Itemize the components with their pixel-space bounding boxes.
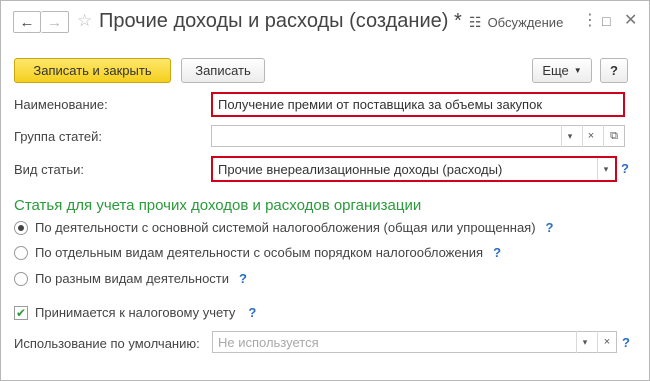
- help-icon[interactable]: ?: [493, 245, 501, 260]
- name-value: Получение премии от поставщика за объемы…: [218, 97, 543, 112]
- radio-label: По отдельным видам деятельности с особым…: [35, 245, 484, 260]
- discussion-button[interactable]: ☷ Обсуждение: [469, 14, 563, 31]
- radio-selected-dot: [18, 224, 24, 231]
- close-icon[interactable]: ✕: [624, 13, 637, 29]
- name-label: Наименование:: [14, 97, 108, 112]
- group-open-button[interactable]: ⧉: [603, 125, 624, 147]
- more-label: Еще: [542, 63, 569, 78]
- default-usage-dropdown-button[interactable]: ▾: [576, 331, 593, 353]
- group-clear-button[interactable]: ×: [582, 125, 599, 147]
- tax-accounting-checkbox-row[interactable]: ✔ Принимается к налоговому учету ?: [14, 305, 256, 320]
- help-label: ?: [610, 63, 618, 78]
- radio-special-taxation[interactable]: По отдельным видам деятельности с особым…: [14, 245, 501, 260]
- chevron-down-icon: ▾: [603, 163, 609, 174]
- default-usage-clear-button[interactable]: ×: [597, 331, 616, 353]
- name-field[interactable]: Получение премии от поставщика за объемы…: [211, 92, 625, 117]
- form-window: ← → ☆ Прочие доходы и расходы (создание)…: [0, 0, 650, 381]
- help-icon[interactable]: ?: [248, 305, 256, 320]
- kind-help-icon[interactable]: ?: [621, 161, 629, 176]
- radio-button[interactable]: [14, 220, 28, 235]
- save-and-close-label: Записать и закрыть: [33, 63, 152, 78]
- more-button[interactable]: Еще ▼: [532, 58, 592, 83]
- radio-label: По деятельности с основной системой нало…: [35, 220, 536, 235]
- save-button[interactable]: Записать: [181, 58, 265, 83]
- kind-field[interactable]: Прочие внереализационные доходы (расходы…: [211, 156, 617, 182]
- radio-various-activities[interactable]: По разным видам деятельности ?: [14, 271, 247, 286]
- clear-icon: ×: [587, 130, 595, 142]
- more-menu-icon[interactable]: ⋮: [582, 13, 598, 29]
- section-title: Статья для учета прочих доходов и расход…: [14, 197, 422, 214]
- discussion-label: Обсуждение: [487, 15, 564, 30]
- tax-accounting-checkbox[interactable]: ✔: [14, 305, 28, 320]
- default-usage-field[interactable]: Не используется: [212, 331, 617, 353]
- default-usage-placeholder: Не используется: [218, 334, 319, 350]
- kind-dropdown-button[interactable]: ▾: [597, 158, 614, 180]
- open-icon: ⧉: [610, 129, 618, 142]
- tax-accounting-label: Принимается к налоговому учету: [35, 305, 236, 320]
- star-icon[interactable]: ☆: [77, 12, 92, 29]
- group-label: Группа статей:: [14, 129, 102, 144]
- radio-label: По разным видам деятельности: [35, 271, 230, 286]
- checkmark-icon: ✔: [15, 305, 27, 320]
- chevron-down-icon: ▼: [573, 66, 582, 75]
- window-title: Прочие доходы и расходы (создание) *: [99, 10, 462, 32]
- default-usage-help-icon[interactable]: ?: [622, 335, 630, 350]
- arrow-right-icon: →: [47, 13, 62, 31]
- radio-button[interactable]: [14, 245, 28, 260]
- clear-icon: ×: [603, 336, 611, 348]
- radio-button[interactable]: [14, 271, 28, 286]
- forward-button[interactable]: →: [41, 11, 69, 33]
- help-icon[interactable]: ?: [239, 271, 247, 286]
- chat-icon: ☷: [469, 14, 482, 30]
- chevron-down-icon: ▾: [582, 336, 588, 347]
- group-dropdown-button[interactable]: ▾: [561, 125, 578, 147]
- maximize-icon[interactable]: □: [602, 13, 610, 29]
- kind-value: Прочие внереализационные доходы (расходы…: [218, 161, 503, 177]
- chevron-down-icon: ▾: [567, 130, 573, 141]
- save-and-close-button[interactable]: Записать и закрыть: [14, 58, 171, 83]
- help-button[interactable]: ?: [600, 58, 628, 83]
- back-button[interactable]: ←: [13, 11, 41, 33]
- help-icon[interactable]: ?: [546, 220, 554, 235]
- kind-label: Вид статьи:: [14, 162, 84, 177]
- arrow-left-icon: ←: [19, 13, 35, 31]
- radio-main-taxation[interactable]: По деятельности с основной системой нало…: [14, 220, 554, 235]
- save-label: Записать: [195, 63, 251, 78]
- default-usage-label: Использование по умолчанию:: [14, 336, 200, 351]
